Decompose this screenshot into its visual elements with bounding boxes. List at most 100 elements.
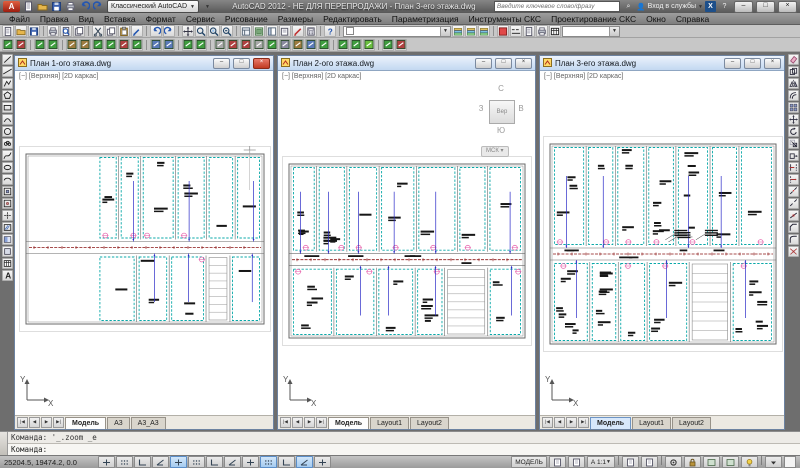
prev-tab-icon[interactable]: ◀: [554, 417, 565, 428]
cut-icon[interactable]: [92, 25, 104, 37]
sks-db-icon[interactable]: [382, 39, 394, 51]
sks-mark-icon[interactable]: [240, 39, 252, 51]
point-icon[interactable]: [2, 210, 13, 221]
menu-item-10[interactable]: Параметризация: [387, 14, 464, 24]
qat-overflow-icon[interactable]: ▼: [201, 1, 214, 12]
sks-check-icon[interactable]: [266, 39, 278, 51]
table-icon[interactable]: [2, 258, 13, 269]
document-restore-button[interactable]: □: [495, 58, 512, 69]
document-window-3[interactable]: План 3-его этажа.dwg–□× [−] [Верхняя] [2D…: [539, 55, 785, 430]
properties-combo[interactable]: ▼: [562, 26, 620, 37]
create-block-icon[interactable]: [2, 198, 13, 209]
make-object-layer-icon[interactable]: [452, 25, 464, 37]
extend-icon[interactable]: [788, 174, 799, 185]
clean-screen-button[interactable]: [784, 456, 796, 468]
sks-project-icon[interactable]: [2, 39, 14, 51]
exchange-apps-icon[interactable]: X: [705, 1, 716, 12]
markup-icon[interactable]: [292, 25, 304, 37]
sks-export-icon[interactable]: [350, 39, 362, 51]
viewport-controls[interactable]: [−] [Верхняя] [2D каркас]: [19, 73, 98, 80]
app-minimize-button[interactable]: –: [734, 1, 753, 13]
new-file-icon[interactable]: [22, 1, 35, 12]
plot-preview-icon[interactable]: [60, 25, 72, 37]
layer-prev-icon[interactable]: [465, 25, 477, 37]
sks-flag-icon[interactable]: [279, 39, 291, 51]
polyline-icon[interactable]: [2, 78, 13, 89]
publish-icon[interactable]: [73, 25, 85, 37]
lineweight-icon[interactable]: [523, 25, 535, 37]
document-close-button[interactable]: ×: [253, 58, 270, 69]
search-binoculars-icon[interactable]: ⌕: [622, 1, 635, 12]
offset-icon[interactable]: [788, 90, 799, 101]
layer-combo[interactable]: ▼: [343, 26, 451, 37]
osnap-toggle[interactable]: [170, 456, 187, 468]
rectangle-icon[interactable]: [2, 102, 13, 113]
menu-item-3[interactable]: Вид: [74, 14, 99, 24]
sks-settings-icon[interactable]: [15, 39, 27, 51]
sks-workplace-icon[interactable]: [105, 39, 117, 51]
tab-модель[interactable]: Модель: [328, 417, 369, 429]
next-tab-icon[interactable]: ▶: [566, 417, 577, 428]
undo-icon[interactable]: [78, 1, 91, 12]
array-icon[interactable]: [788, 102, 799, 113]
redo-icon[interactable]: [92, 1, 105, 12]
layout-icon[interactable]: [568, 456, 585, 468]
undo-icon[interactable]: [150, 25, 162, 37]
quick-calc-icon[interactable]: [305, 25, 317, 37]
menu-item-14[interactable]: Справка: [671, 14, 714, 24]
circle-icon[interactable]: [2, 126, 13, 137]
command-window-grip[interactable]: [0, 432, 8, 455]
menu-item-8[interactable]: Размеры: [273, 14, 318, 24]
menu-item-2[interactable]: Правка: [35, 14, 74, 24]
prev-tab-icon[interactable]: ◀: [29, 417, 40, 428]
copy-icon[interactable]: [788, 66, 799, 77]
viewport-controls[interactable]: [−] [Верхняя] [2D каркас]: [282, 73, 361, 80]
sign-in-button[interactable]: 👤 Вход в службы ▼: [637, 3, 703, 11]
plot-style-icon[interactable]: [536, 25, 548, 37]
open-file-icon[interactable]: [36, 1, 49, 12]
linetype-icon[interactable]: [510, 25, 522, 37]
document-title-bar[interactable]: План 3-его этажа.dwg–□×: [540, 56, 784, 71]
toolbar-lock-icon[interactable]: [684, 456, 701, 468]
sks-floor-icon[interactable]: [79, 39, 91, 51]
help-icon[interactable]: ?: [324, 25, 336, 37]
color-control-icon[interactable]: [497, 25, 509, 37]
layer-states-icon[interactable]: [478, 25, 490, 37]
osnap3d-toggle[interactable]: [188, 456, 205, 468]
sks-flag2-icon[interactable]: [318, 39, 330, 51]
sks-cable-channel-icon[interactable]: [150, 39, 162, 51]
sks-socket-icon[interactable]: [118, 39, 130, 51]
snap-toggle[interactable]: [98, 456, 115, 468]
join-icon[interactable]: [788, 210, 799, 221]
model-space-icon[interactable]: [549, 456, 566, 468]
grid-toggle[interactable]: [116, 456, 133, 468]
polar-toggle[interactable]: [152, 456, 169, 468]
sks-erase-mark-icon[interactable]: [253, 39, 265, 51]
help-search-input[interactable]: [494, 1, 620, 12]
redo-icon[interactable]: [163, 25, 175, 37]
annotation-auto-icon[interactable]: [641, 456, 658, 468]
document-window-1[interactable]: План 1-ого этажа.dwg–□×[−] [Верхняя] [2D…: [14, 55, 274, 430]
document-close-button[interactable]: ×: [515, 58, 532, 69]
document-window-2[interactable]: План 2-ого этажа.dwg–□×[−] [Верхняя] [2D…: [277, 55, 536, 430]
viewport-controls[interactable]: [−] [Верхняя] [2D каркас]: [544, 73, 623, 80]
viewcube[interactable]: СЗВВерЮМСК ▾: [472, 74, 530, 158]
table-style-icon[interactable]: [549, 25, 561, 37]
next-tab-icon[interactable]: ▶: [41, 417, 52, 428]
ducs-toggle[interactable]: [224, 456, 241, 468]
first-tab-icon[interactable]: |◀: [542, 417, 553, 428]
viewcube-wcs-menu[interactable]: МСК ▾: [481, 146, 509, 157]
open-file-icon[interactable]: [15, 25, 27, 37]
sks-cabinet-icon[interactable]: [34, 39, 46, 51]
annotation-scale-button[interactable]: А 1:1 ▼: [587, 456, 615, 468]
tab-a3[interactable]: A3: [107, 417, 130, 429]
tool-palettes-icon[interactable]: [266, 25, 278, 37]
menu-item-12[interactable]: Проектирование СКС: [546, 14, 641, 24]
menu-item-1[interactable]: Файл: [4, 14, 35, 24]
last-tab-icon[interactable]: ▶|: [578, 417, 589, 428]
tab-layout2[interactable]: Layout2: [410, 417, 449, 429]
stretch-icon[interactable]: [788, 150, 799, 161]
floor-plan-drawing[interactable]: [282, 155, 532, 347]
status-menu-arrow-icon[interactable]: [765, 456, 782, 468]
graphics-perf-icon[interactable]: [703, 456, 720, 468]
